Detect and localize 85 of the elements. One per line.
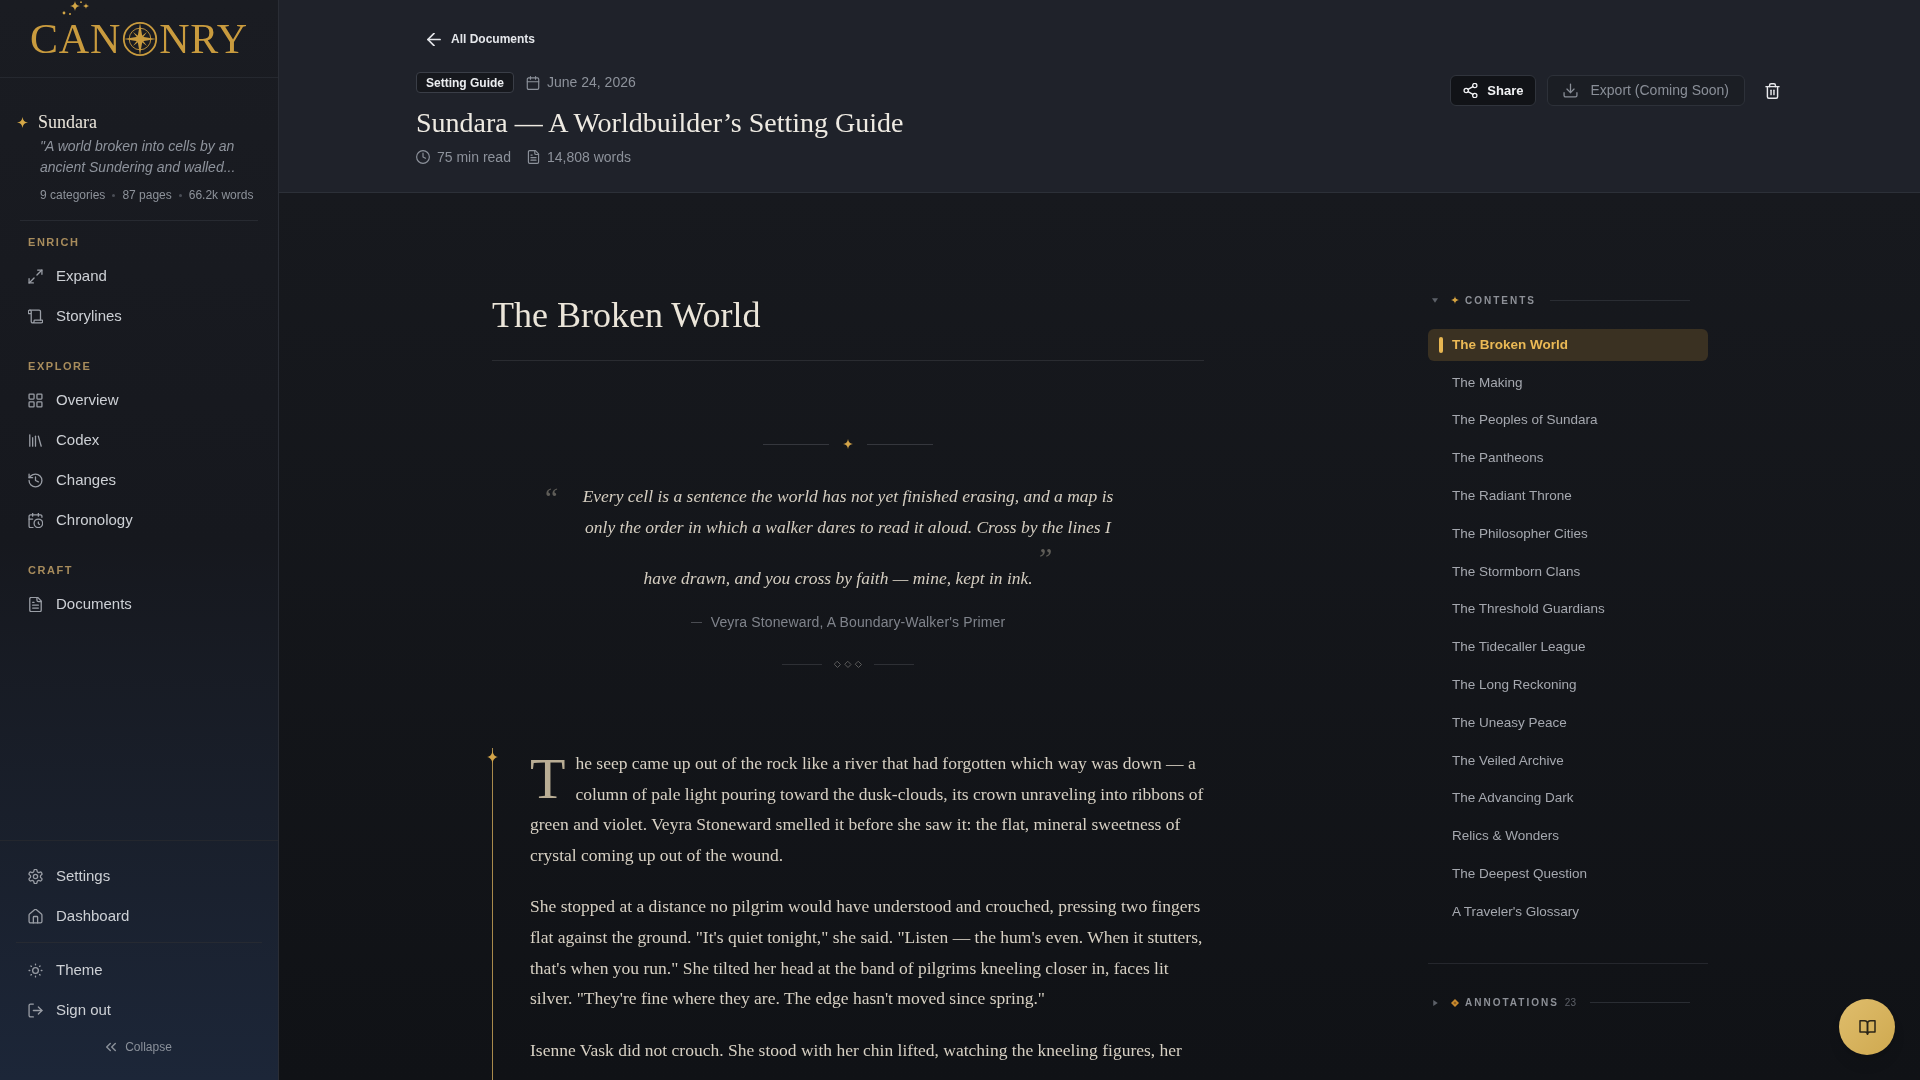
reader-mode-button[interactable] xyxy=(1839,999,1895,1055)
outline-item[interactable]: Relics & Wonders xyxy=(1428,820,1708,853)
outline-item[interactable]: The Deepest Question xyxy=(1428,858,1708,891)
epigraph-quote: Every cell is a sentence the world has not yet finished erasing, and a map is only the order in which a walker dares to read it aloud. Cross by the lines I have drawn, and you cross by faith — mine, kept in ink. ” xyxy=(581,485,1115,590)
nav-item[interactable]: Expand xyxy=(0,256,278,296)
nav-item[interactable]: Changes xyxy=(0,460,278,500)
outline-item[interactable]: The Pantheons xyxy=(1428,442,1708,475)
nav-item[interactable]: Documents xyxy=(0,584,278,624)
outline-item[interactable]: The Stormborn Clans xyxy=(1428,555,1708,588)
word-count: 14,808 words xyxy=(546,147,631,167)
sparkle-icon xyxy=(1451,296,1459,304)
nav-item[interactable]: Settings xyxy=(0,856,278,896)
trash-icon xyxy=(1765,82,1780,99)
active-marker-icon xyxy=(1439,337,1443,353)
settings-icon xyxy=(28,868,43,884)
history-icon xyxy=(28,472,43,488)
share-icon xyxy=(1463,83,1479,98)
dot-separator-icon xyxy=(178,193,182,197)
house-icon xyxy=(28,908,43,924)
calendar-icon xyxy=(526,75,540,90)
outline-item[interactable]: The Philosopher Cities xyxy=(1428,518,1708,550)
diamond-icon xyxy=(1451,998,1459,1007)
world-name: Sundara xyxy=(38,113,97,131)
nav-group-label: ENRICH xyxy=(27,234,81,250)
outline-item[interactable]: The Making xyxy=(1428,366,1708,399)
world-stat: 9 categories xyxy=(40,187,106,204)
nav-group-label: CRAFT xyxy=(27,562,74,578)
outline-item[interactable]: The Radiant Throne xyxy=(1428,480,1708,513)
nav-item[interactable]: Overview xyxy=(0,380,278,420)
sparkle-icon xyxy=(487,750,498,764)
body-paragraph: Isenne Vask did not crouch. She stood with her chin lifted, watching the kneeling figures, her xyxy=(530,1038,1183,1062)
sun-icon xyxy=(28,962,43,978)
dot-separator-icon xyxy=(112,193,116,197)
calendar-clock-icon xyxy=(28,512,43,528)
scroll-icon xyxy=(28,308,43,324)
diamonds-icon xyxy=(834,660,862,668)
nav-item[interactable]: Codex xyxy=(0,420,278,460)
outline-item[interactable]: The Broken World xyxy=(1428,329,1708,361)
books-icon xyxy=(28,432,43,448)
outline-item[interactable]: The Threshold Guardians xyxy=(1428,593,1708,626)
body-paragraph: She stopped at a distance no pilgrim would have understood and crouched, pressing two fingers flat against the ground. "It's quiet tonight," she said. "Listen — the hum's even. When it stutters, that's when you run." She tilted her head at the band of pilgrims kneeling closer in, faces lit silver. "They're fine where they are. The edge hasn't moved since spring." xyxy=(530,895,1204,1011)
outline-item[interactable]: The Veiled Archive xyxy=(1428,744,1708,777)
outline-item[interactable]: The Peoples of Sundara xyxy=(1428,404,1708,437)
nav-item[interactable]: Sign out xyxy=(0,990,278,1030)
document-title: Sundara — A Worldbuilder’s Setting Guide xyxy=(416,106,904,140)
logo-text: NRY xyxy=(159,17,249,60)
logo-text: CAN xyxy=(29,17,122,60)
chapter-heading: The Broken World xyxy=(492,292,1204,361)
sign-out-icon xyxy=(28,1002,43,1018)
collapse-button[interactable]: Collapse xyxy=(106,1037,172,1057)
back-link[interactable]: All Documents xyxy=(427,28,535,50)
document-icon xyxy=(28,596,43,612)
expand-arrows-icon xyxy=(28,268,43,284)
epigraph-attribution: Veyra Stoneward, A Boundary-Walker's Primer xyxy=(710,613,1006,632)
sparkle-icon xyxy=(843,439,853,449)
grid-icon xyxy=(28,392,43,408)
nav-item[interactable]: Chronology xyxy=(0,500,278,540)
outline-item[interactable]: The Uneasy Peace xyxy=(1428,706,1708,739)
nav-item[interactable]: Storylines xyxy=(0,296,278,336)
read-time: 75 min read xyxy=(437,147,511,167)
delete-button[interactable] xyxy=(1765,82,1780,99)
compass-rose-icon xyxy=(122,20,159,57)
sparkle-icon xyxy=(17,116,28,128)
nav-group-label: EXPLORE xyxy=(27,358,93,374)
double-chevron-left-icon xyxy=(106,1042,117,1052)
open-book-icon xyxy=(1858,1019,1876,1035)
nav-item[interactable]: Theme xyxy=(0,950,278,990)
outline-section-toggle[interactable]: CONTENTS xyxy=(1428,292,1708,308)
document-icon xyxy=(526,150,540,164)
world-stat: 87 pages xyxy=(122,187,172,204)
open-quote-mark: “ xyxy=(542,481,560,515)
download-icon xyxy=(1563,83,1579,98)
outline-item[interactable]: The Long Reckoning xyxy=(1428,669,1708,702)
sparkles-icon xyxy=(61,0,90,16)
outline-section-toggle[interactable]: ANNOTATIONS 23 xyxy=(1428,994,1708,1011)
document-date: June 24, 2026 xyxy=(547,73,636,92)
outline-item[interactable]: The Advancing Dark xyxy=(1428,782,1708,815)
outline-item[interactable]: A Traveler's Glossary xyxy=(1428,895,1708,928)
category-badge: Setting Guide xyxy=(416,72,514,93)
share-button[interactable]: Share xyxy=(1450,75,1537,106)
nav-item[interactable]: Dashboard xyxy=(0,896,278,936)
world-tagline: "A world broken into cells by an ancient Sundering and walled... xyxy=(40,137,237,177)
outline-item[interactable]: The Tidecaller League xyxy=(1428,631,1708,664)
world-stat: 66.2k words xyxy=(188,187,254,204)
clock-icon xyxy=(416,150,430,164)
